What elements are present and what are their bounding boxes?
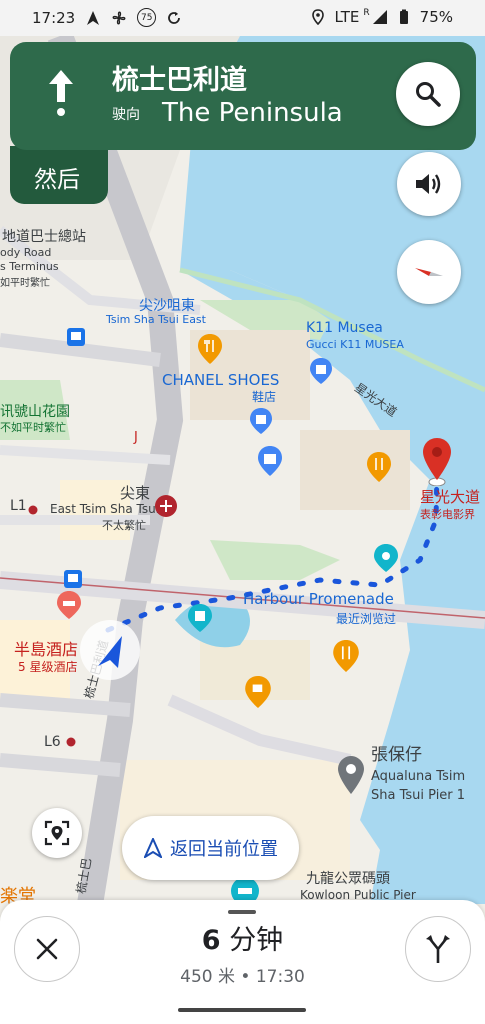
shopping-icon[interactable] — [310, 358, 332, 384]
navigation-icon — [87, 10, 100, 25]
restaurant-icon[interactable] — [333, 640, 359, 672]
map-label: 星光大道 — [420, 488, 481, 506]
shopping-icon[interactable] — [250, 408, 272, 434]
then-chip[interactable]: 然后 — [10, 146, 108, 204]
separator-dot: • — [240, 967, 256, 987]
signal-icon — [372, 10, 387, 24]
battery-icon — [399, 9, 408, 24]
bus-stop-icon[interactable] — [67, 328, 85, 346]
home-indicator[interactable] — [178, 1008, 306, 1012]
map-label: 地道巴士總站 — [2, 229, 86, 245]
fan-icon — [112, 11, 126, 24]
trip-summary-sheet[interactable]: 6 分钟 450 米 • 17:30 — [0, 900, 485, 1024]
map-label: Sha Tsui Pier 1 — [371, 788, 466, 803]
location-icon — [312, 9, 325, 25]
network-type: LTE — [334, 8, 360, 26]
map-label: Tsim Sha Tsui East — [106, 313, 206, 326]
place-pin-icon[interactable] — [338, 756, 364, 794]
map-label: 不太繁忙 — [102, 519, 146, 532]
map-label: 5 星级酒店 — [18, 660, 78, 674]
shopping-icon[interactable] — [258, 446, 282, 476]
map-label: East Tsim Sha Tsui — [50, 502, 160, 516]
arrival-time: 17:30 — [255, 967, 305, 987]
map-label: 讯號山花園 — [0, 404, 70, 420]
bus-stop-icon[interactable] — [64, 570, 82, 588]
compass-icon — [415, 268, 443, 276]
lens-button[interactable] — [32, 808, 82, 858]
map-label: Gucci K11 MUSEA — [306, 338, 404, 351]
map-label: 張保仔 — [371, 745, 422, 765]
eta-minutes: 6 — [201, 925, 221, 956]
map-label: s Terminus — [0, 260, 59, 273]
map-label: Harbour Promenade — [243, 590, 394, 608]
museum-icon[interactable] — [188, 604, 212, 632]
roaming-indicator: R — [363, 8, 370, 18]
street-name: 梳士巴利道 — [112, 65, 247, 96]
map-label: 表彰电影界 — [420, 508, 475, 521]
map-label: ody Road — [0, 246, 52, 259]
recenter-label: 返回当前位置 — [170, 839, 278, 860]
map-label: L6 — [44, 734, 61, 750]
destination-pin-icon[interactable] — [422, 438, 452, 486]
map-label: 鞋店 — [252, 390, 277, 404]
status-time: 17:23 — [32, 8, 76, 27]
metro-station-icon — [66, 737, 76, 747]
map-label: 尖沙咀東 — [139, 298, 195, 314]
restaurant-icon[interactable] — [367, 452, 391, 482]
battery-level: 75% — [419, 8, 453, 26]
metro-station-icon[interactable] — [154, 494, 178, 518]
navigation-arrow-icon — [144, 838, 162, 858]
restaurant-icon[interactable] — [198, 334, 222, 364]
search-icon — [416, 82, 441, 107]
hotel-icon[interactable] — [57, 591, 81, 619]
map-label: J — [134, 430, 138, 445]
map-label: 如平时繁忙 — [0, 278, 50, 289]
current-location-arrow-icon — [80, 620, 140, 680]
map-label: K11 Musea — [306, 320, 383, 336]
then-label: 然后 — [34, 167, 80, 193]
status-bar: 17:23 75 LTE R 75% — [0, 0, 485, 36]
recenter-button[interactable]: 返回当前位置 — [122, 816, 299, 880]
map-label: 九龍公眾碼頭 — [306, 871, 390, 887]
straight-arrow-icon — [49, 70, 73, 116]
camera-icon[interactable] — [374, 544, 398, 572]
drag-handle[interactable] — [228, 910, 256, 914]
map-label: 尖東 — [120, 484, 151, 502]
compass-button[interactable] — [397, 240, 461, 304]
cafe-icon[interactable] — [245, 676, 271, 708]
map-label: CHANEL SHOES — [162, 371, 280, 389]
volume-icon — [416, 174, 441, 194]
toward-label: 驶向 — [112, 107, 140, 123]
lens-icon — [44, 820, 70, 846]
map-label: 最近浏览过 — [336, 612, 397, 626]
sync-icon — [168, 11, 181, 24]
eta-unit: 分钟 — [229, 925, 284, 956]
map-label: 不如平时繁忙 — [0, 421, 66, 434]
destination-name: The Peninsula — [162, 98, 343, 128]
metro-station-icon — [28, 505, 38, 515]
search-button[interactable] — [396, 62, 460, 126]
sound-button[interactable] — [397, 152, 461, 216]
map-label: L1 — [10, 498, 27, 514]
trip-distance: 450 米 — [180, 967, 235, 987]
alternate-routes-button[interactable] — [405, 916, 471, 982]
map-label: 半島酒店 — [14, 640, 79, 659]
nfc-badge: 75 — [137, 8, 157, 27]
map-label: Aqualuna Tsim — [371, 769, 466, 784]
alternate-routes-icon — [426, 935, 450, 963]
